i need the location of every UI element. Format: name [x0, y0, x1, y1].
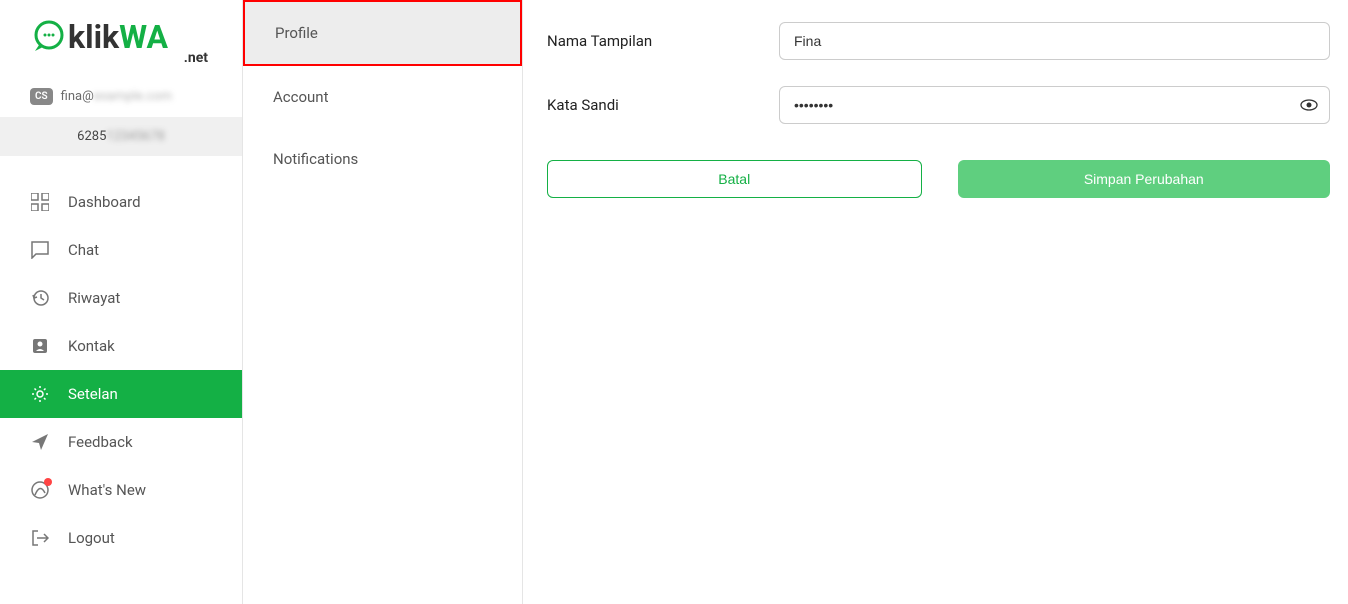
nav-label: Logout — [68, 529, 115, 547]
nav: Dashboard Chat Riwayat Kontak — [0, 178, 242, 562]
nav-label: Feedback — [68, 433, 133, 451]
dashboard-icon — [30, 192, 50, 212]
logo-text-1: klik — [68, 18, 119, 56]
contact-icon — [30, 336, 50, 356]
profile-form: Nama Tampilan Kata Sandi Batal Simpan Pe… — [523, 0, 1348, 604]
subnav-profile[interactable]: Profile — [243, 0, 522, 66]
history-icon — [30, 288, 50, 308]
nav-riwayat[interactable]: Riwayat — [0, 274, 242, 322]
cancel-button[interactable]: Batal — [547, 160, 922, 198]
subnav-label: Notifications — [273, 150, 358, 168]
sidebar: klikWA .net CS fina@example.com 62851234… — [0, 0, 243, 604]
eye-icon[interactable] — [1300, 96, 1318, 114]
settings-icon — [30, 384, 50, 404]
display-name-label: Nama Tampilan — [547, 32, 779, 50]
phone-rest: 12345678 — [106, 129, 164, 144]
subnav-notifications[interactable]: Notifications — [243, 128, 522, 190]
user-phone: 628512345678 — [0, 117, 242, 156]
nav-label: Dashboard — [68, 193, 141, 211]
nav-whatsnew[interactable]: What's New — [0, 466, 242, 514]
user-email-rest: example.com — [94, 89, 172, 104]
nav-label: Chat — [68, 241, 99, 259]
logo-icon — [30, 18, 68, 56]
nav-logout[interactable]: Logout — [0, 514, 242, 562]
nav-dashboard[interactable]: Dashboard — [0, 178, 242, 226]
display-name-input[interactable] — [779, 22, 1330, 60]
whatsnew-icon — [30, 480, 50, 500]
logo-text-2: WA — [119, 18, 168, 56]
notification-dot — [44, 478, 52, 486]
nav-label: Setelan — [68, 385, 118, 403]
logout-icon — [30, 528, 50, 548]
user-badge: CS — [30, 88, 53, 105]
settings-subnav: Profile Account Notifications — [243, 0, 523, 604]
nav-label: What's New — [68, 481, 146, 499]
user-email-prefix: fina@ — [61, 89, 94, 104]
nav-setelan[interactable]: Setelan — [0, 370, 242, 418]
subnav-label: Profile — [275, 24, 318, 42]
save-button[interactable]: Simpan Perubahan — [958, 160, 1331, 198]
password-input[interactable] — [779, 86, 1330, 124]
phone-prefix: 6285 — [77, 129, 106, 144]
nav-feedback[interactable]: Feedback — [0, 418, 242, 466]
logo: klikWA .net — [0, 0, 242, 76]
subnav-label: Account — [273, 88, 329, 106]
nav-label: Riwayat — [68, 289, 120, 307]
feedback-icon — [30, 432, 50, 452]
user-email: CS fina@example.com — [0, 76, 242, 117]
chat-icon — [30, 240, 50, 260]
password-label: Kata Sandi — [547, 96, 779, 114]
nav-chat[interactable]: Chat — [0, 226, 242, 274]
subnav-account[interactable]: Account — [243, 66, 522, 128]
nav-kontak[interactable]: Kontak — [0, 322, 242, 370]
nav-label: Kontak — [68, 337, 115, 355]
